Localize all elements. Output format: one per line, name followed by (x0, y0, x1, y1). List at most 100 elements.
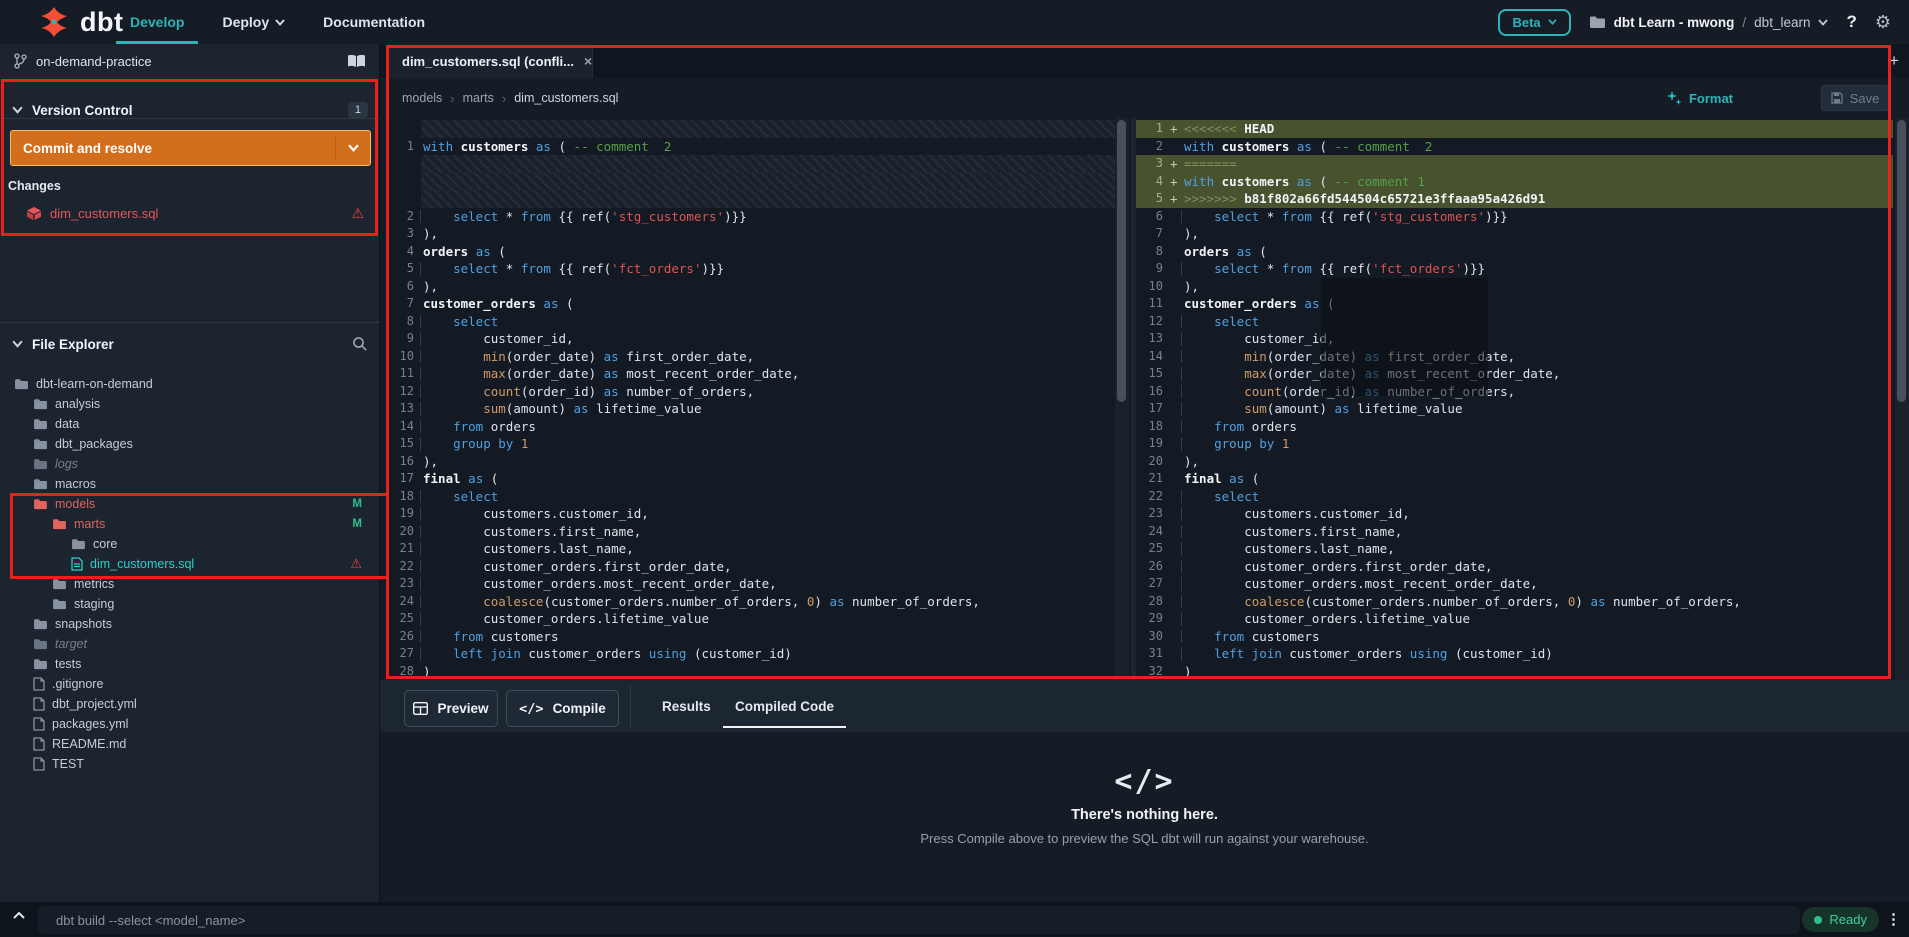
tab-results[interactable]: Results (662, 680, 711, 732)
code-line[interactable]: 10), (1136, 278, 1893, 296)
save-button[interactable]: Save (1821, 85, 1889, 111)
tree-item-core[interactable]: core (0, 534, 380, 554)
code-line[interactable]: 8 select (387, 313, 1115, 331)
code-line[interactable]: 25 customer_orders.lifetime_value (387, 610, 1115, 628)
docs-book-icon[interactable] (347, 54, 366, 69)
tree-item-models[interactable]: models M (0, 494, 380, 514)
kebab-menu-icon[interactable]: ⋮ (1886, 910, 1901, 928)
beta-dropdown[interactable]: Beta (1498, 8, 1571, 36)
diff-editor[interactable]: 1 with customers as ( -- comment 2 2 selec… (380, 118, 1909, 680)
code-line[interactable]: 11customer_orders as ( (1136, 295, 1893, 313)
tree-item-readme-md[interactable]: README.md (0, 734, 380, 754)
code-line[interactable]: 20), (1136, 453, 1893, 471)
code-line[interactable]: 18 select (387, 488, 1115, 506)
tree-item-target[interactable]: target (0, 634, 380, 654)
code-line[interactable]: 3), (387, 225, 1115, 243)
code-line[interactable]: 23 customers.customer_id, (1136, 505, 1893, 523)
code-line[interactable]: 15 group by 1 (387, 435, 1115, 453)
code-line[interactable]: 20 customers.first_name, (387, 523, 1115, 541)
code-line[interactable]: 12 select (1136, 313, 1893, 331)
tree-item-marts[interactable]: marts M (0, 514, 380, 534)
close-icon[interactable]: × (584, 53, 592, 69)
tree-item-staging[interactable]: staging (0, 594, 380, 614)
code-line[interactable]: 16 count(order_id) as number_of_orders, (1136, 383, 1893, 401)
help-icon[interactable]: ? (1846, 12, 1856, 32)
code-line[interactable]: 13 sum(amount) as lifetime_value (387, 400, 1115, 418)
code-line[interactable]: 17 sum(amount) as lifetime_value (1136, 400, 1893, 418)
version-control-header[interactable]: Version Control 1 (0, 94, 380, 126)
tree-item-tests[interactable]: tests (0, 654, 380, 674)
code-line[interactable]: 22 select (1136, 488, 1893, 506)
code-line[interactable]: 2 select * from {{ ref('stg_customers')}… (387, 208, 1115, 226)
tree-item-dbt-learn-on-demand[interactable]: dbt-learn-on-demand (0, 374, 380, 394)
tree-item-macros[interactable]: macros (0, 474, 380, 494)
code-line[interactable]: 16), (387, 453, 1115, 471)
code-line[interactable]: 11 max(order_date) as most_recent_order_… (387, 365, 1115, 383)
code-line[interactable]: 26 from customers (387, 628, 1115, 646)
code-line[interactable]: 26 customer_orders.first_order_date, (1136, 558, 1893, 576)
diff-pane-current[interactable]: 1 with customers as ( -- comment 2 2 selec… (387, 120, 1115, 680)
code-line[interactable]: 9 customer_id, (387, 330, 1115, 348)
tree-item-dbt-packages[interactable]: dbt_packages (0, 434, 380, 454)
code-line[interactable]: 21 final as ( (1136, 470, 1893, 488)
code-line[interactable]: 28 coalesce(customer_orders.number_of_or… (1136, 593, 1893, 611)
code-line[interactable]: 27 customer_orders.most_recent_order_dat… (1136, 575, 1893, 593)
code-line[interactable]: 19 group by 1 (1136, 435, 1893, 453)
new-tab-button[interactable]: + (1889, 51, 1899, 71)
diff-added-line[interactable]: 3 + ======= (1136, 155, 1893, 173)
code-line[interactable]: 19 customers.customer_id, (387, 505, 1115, 523)
code-line[interactable]: 17 final as ( (387, 470, 1115, 488)
project-selector[interactable]: dbt Learn - mwong / dbt_learn (1589, 15, 1829, 30)
diff-added-line[interactable]: 1 + <<<<<<< HEAD (1136, 120, 1893, 138)
tree-item-dim-customers-sql[interactable]: dim_customers.sql ⚠ (0, 554, 380, 574)
code-line[interactable]: 12 count(order_id) as number_of_orders, (387, 383, 1115, 401)
code-line[interactable]: 31 left join customer_orders using (cust… (1136, 645, 1893, 663)
code-line[interactable]: 30 from customers (1136, 628, 1893, 646)
tree-item-metrics[interactable]: metrics (0, 574, 380, 594)
tree-item-analysis[interactable]: analysis (0, 394, 380, 414)
commit-options-caret[interactable] (336, 144, 370, 152)
compile-button[interactable]: </> Compile (506, 690, 619, 727)
diff-added-line[interactable]: 5 + >>>>>>> b81f802a66fd544504c65721e3ffaa… (1136, 190, 1893, 208)
code-line[interactable]: 24 customers.first_name, (1136, 523, 1893, 541)
nav-develop[interactable]: Develop (115, 0, 200, 44)
changed-file-row[interactable]: dim_customers.sql ⚠ (0, 202, 380, 224)
code-line[interactable]: 28) (387, 663, 1115, 681)
status-badge[interactable]: Ready (1802, 907, 1879, 932)
tab-dim-customers[interactable]: dim_customers.sql (confli... × (388, 44, 593, 78)
tree-item-dbt-project-yml[interactable]: dbt_project.yml (0, 694, 380, 714)
right-pane-scrollbar[interactable] (1895, 118, 1909, 680)
tree-item--gitignore[interactable]: .gitignore (0, 674, 380, 694)
code-line[interactable]: 14 from orders (387, 418, 1115, 436)
code-line[interactable]: 15 max(order_date) as most_recent_order_… (1136, 365, 1893, 383)
code-line[interactable]: 22 customer_orders.first_order_date, (387, 558, 1115, 576)
breadcrumb-marts[interactable]: marts (463, 91, 494, 105)
code-line[interactable]: 10 min(order_date) as first_order_date, (387, 348, 1115, 366)
tree-item-snapshots[interactable]: snapshots (0, 614, 380, 634)
code-line[interactable]: 14 min(order_date) as first_order_date, (1136, 348, 1893, 366)
preview-button[interactable]: Preview (404, 690, 498, 727)
tab-compiled-code[interactable]: Compiled Code (722, 680, 847, 732)
git-branch-row[interactable]: on-demand-practice (0, 44, 380, 78)
tree-item-data[interactable]: data (0, 414, 380, 434)
code-line[interactable]: 6), (387, 278, 1115, 296)
code-line[interactable]: 25 customers.last_name, (1136, 540, 1893, 558)
tree-item-packages-yml[interactable]: packages.yml (0, 714, 380, 734)
code-line[interactable]: 7), (1136, 225, 1893, 243)
code-line[interactable]: 8 orders as ( (1136, 243, 1893, 261)
tree-item-logs[interactable]: logs (0, 454, 380, 474)
code-line[interactable]: 4 orders as ( (387, 243, 1115, 261)
diff-pane-incoming[interactable]: 1 + <<<<<<< HEAD 2 with customers as ( -- co… (1136, 120, 1893, 680)
code-line[interactable]: 2 with customers as ( -- comment 2 (1136, 138, 1893, 156)
gear-icon[interactable]: ⚙ (1875, 12, 1891, 33)
code-line[interactable]: 18 from orders (1136, 418, 1893, 436)
search-icon[interactable] (352, 336, 368, 352)
nav-documentation[interactable]: Documentation (323, 0, 425, 44)
left-pane-scrollbar[interactable] (1115, 118, 1129, 680)
code-line[interactable]: 1 with customers as ( -- comment 2 (387, 138, 1115, 156)
code-line[interactable]: 21 customers.last_name, (387, 540, 1115, 558)
code-line[interactable]: 13 customer_id, (1136, 330, 1893, 348)
code-line[interactable]: 5 select * from {{ ref('fct_orders')}} (387, 260, 1115, 278)
format-button[interactable]: Format (1666, 78, 1733, 118)
code-line[interactable]: 29 customer_orders.lifetime_value (1136, 610, 1893, 628)
